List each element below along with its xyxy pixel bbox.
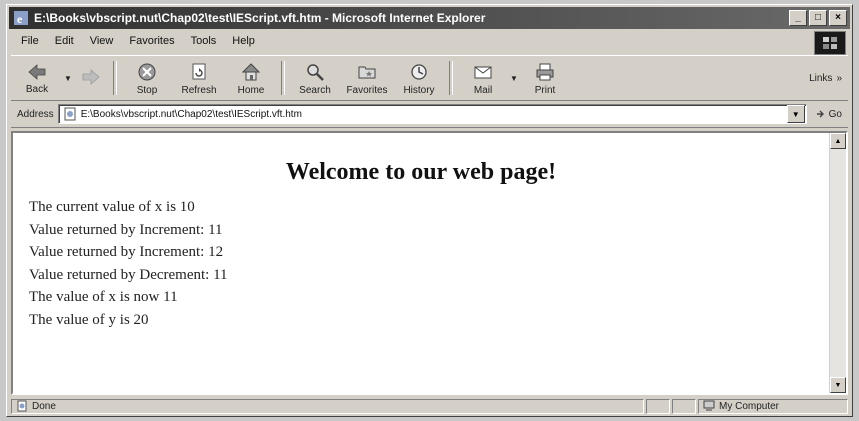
status-message: Done (11, 398, 644, 414)
search-icon (307, 63, 324, 81)
search-button[interactable]: Search (289, 58, 341, 98)
home-icon (241, 62, 261, 80)
menu-favorites[interactable]: Favorites (121, 35, 182, 47)
computer-icon (703, 400, 715, 411)
minimize-button[interactable]: _ (789, 10, 807, 26)
back-label: Back (25, 83, 49, 95)
favorites-folder-icon (358, 66, 376, 78)
favorites-button[interactable]: Favorites (341, 58, 393, 98)
forward-arrow-icon (82, 69, 100, 85)
done-page-icon (17, 400, 27, 412)
address-dropdown-icon[interactable]: ▼ (786, 105, 805, 123)
browser-window: e E:\Books\vbscript.nut\Chap02\test\IESc… (6, 4, 853, 417)
stop-button[interactable]: Stop (121, 58, 173, 98)
menu-tools[interactable]: Tools (183, 35, 225, 47)
document-body: Welcome to our web page! The current val… (13, 133, 829, 393)
svg-text:e: e (17, 12, 23, 26)
address-field[interactable]: E:\Books\vbscript.nut\Chap02\test\IEScri… (57, 104, 807, 124)
toolbar-more-icon[interactable]: » (836, 73, 842, 84)
page-icon (64, 107, 76, 121)
output-line: The value of x is now 11 (29, 289, 178, 305)
zone-label: My Computer (719, 400, 780, 412)
status-bar: Done My Computer (11, 397, 848, 415)
menu-view[interactable]: View (82, 35, 122, 47)
stop-label: Stop (136, 84, 158, 96)
mail-button[interactable]: Mail (457, 58, 509, 98)
go-button[interactable]: Go (815, 108, 842, 120)
refresh-button[interactable]: Refresh (173, 58, 225, 98)
mail-icon (474, 66, 492, 78)
history-button[interactable]: History (393, 58, 445, 98)
go-arrow-icon (816, 110, 824, 118)
menu-help[interactable]: Help (224, 35, 263, 47)
status-security (672, 398, 696, 414)
address-input[interactable]: E:\Books\vbscript.nut\Chap02\test\IEScri… (81, 109, 787, 120)
refresh-label: Refresh (181, 84, 217, 96)
window-title: E:\Books\vbscript.nut\Chap02\test\IEScri… (34, 11, 486, 25)
title-bar: e E:\Books\vbscript.nut\Chap02\test\IESc… (9, 7, 850, 29)
home-label: Home (237, 84, 265, 96)
menu-file[interactable]: File (11, 35, 47, 47)
stop-icon (138, 63, 156, 80)
status-text: Done (32, 400, 56, 412)
close-button[interactable]: × (829, 10, 847, 26)
printer-icon (536, 63, 554, 80)
go-label: Go (828, 108, 842, 120)
home-button[interactable]: Home (225, 58, 277, 98)
output-line: Value returned by Increment: 11 (29, 221, 223, 238)
page-content: Welcome to our web page! The current val… (11, 131, 848, 395)
links-button[interactable]: Links (809, 73, 832, 84)
back-dropdown-icon[interactable]: ▼ (63, 74, 73, 83)
page-heading: Welcome to our web page! (285, 159, 557, 185)
status-progress (646, 398, 670, 414)
history-label: History (403, 84, 435, 96)
output-line: The value of y is 20 (29, 311, 149, 328)
ie-icon: e (13, 10, 29, 26)
status-zone: My Computer (698, 398, 848, 414)
vertical-scrollbar[interactable]: ▲ ▼ (829, 133, 846, 393)
windows-logo-icon (814, 31, 846, 55)
output-line: Value returned by Decrement: 11 (29, 266, 228, 283)
menu-edit[interactable]: Edit (47, 35, 82, 47)
back-button[interactable]: Back (11, 58, 63, 98)
mail-dropdown-icon[interactable]: ▼ (509, 74, 519, 83)
print-button[interactable]: Print (519, 58, 571, 98)
history-icon (411, 63, 427, 80)
menu-bar: File Edit View Favorites Tools Help (11, 31, 848, 51)
address-bar: Address E:\Books\vbscript.nut\Chap02\tes… (11, 101, 848, 128)
scroll-up-icon[interactable]: ▲ (830, 133, 846, 149)
back-arrow-icon (28, 63, 46, 80)
scroll-down-icon[interactable]: ▼ (830, 377, 846, 393)
print-label: Print (534, 84, 556, 96)
mail-label: Mail (473, 84, 493, 96)
address-label: Address (17, 108, 54, 120)
standard-toolbar: Back ▼ Stop Refresh Home Search Favorite… (11, 55, 848, 101)
forward-button[interactable] (73, 58, 109, 98)
maximize-button[interactable]: □ (809, 10, 827, 26)
refresh-icon (192, 63, 206, 79)
search-label: Search (299, 84, 331, 96)
output-line: The current value of x is 10 (29, 199, 195, 215)
favorites-label: Favorites (346, 84, 388, 96)
output-line: Value returned by Increment: 12 (29, 244, 224, 260)
